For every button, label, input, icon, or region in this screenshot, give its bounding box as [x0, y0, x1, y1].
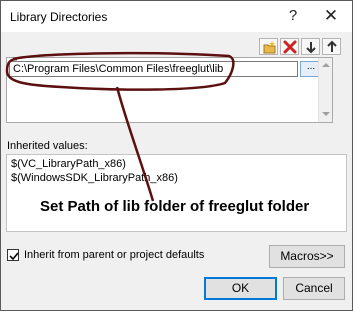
scroll-down-arrow-icon[interactable]: [322, 112, 330, 116]
list-scrollbar[interactable]: [318, 58, 332, 122]
inherit-checkbox[interactable]: [7, 249, 19, 261]
move-down-button[interactable]: [301, 38, 320, 55]
ok-button[interactable]: OK: [204, 277, 277, 300]
close-button[interactable]: ✕: [319, 5, 343, 27]
arrow-up-icon: [327, 40, 337, 52]
inherit-checkbox-label: Inherit from parent or project defaults: [24, 249, 205, 261]
inherited-value: $(VC_LibraryPath_x86): [11, 158, 126, 170]
scroll-up-arrow-icon[interactable]: [322, 63, 330, 67]
inherited-value: $(WindowsSDK_LibraryPath_x86): [11, 172, 178, 184]
folder-new-icon: [263, 41, 276, 54]
title-bar[interactable]: Library Directories ? ✕: [1, 1, 352, 32]
annotation-text: Set Path of lib folder of freeglut folde…: [40, 198, 310, 215]
window-title: Library Directories: [10, 10, 108, 24]
library-directories-dialog: Library Directories ? ✕ ... Inherited: [0, 0, 353, 311]
macros-button[interactable]: Macros>>: [269, 245, 345, 268]
move-up-button[interactable]: [322, 38, 341, 55]
new-line-button[interactable]: [259, 38, 278, 55]
inherited-values-label: Inherited values:: [7, 140, 88, 152]
delete-line-button[interactable]: [280, 38, 299, 55]
checkmark-icon: [9, 252, 19, 261]
inherited-values-box: $(VC_LibraryPath_x86) $(WindowsSDK_Libra…: [6, 154, 347, 232]
directory-path-input[interactable]: [9, 61, 298, 77]
arrow-down-icon: [306, 42, 316, 54]
cancel-button[interactable]: Cancel: [283, 277, 345, 300]
directory-list[interactable]: ...: [6, 57, 333, 123]
delete-icon: [283, 40, 297, 54]
help-button[interactable]: ?: [281, 5, 305, 27]
